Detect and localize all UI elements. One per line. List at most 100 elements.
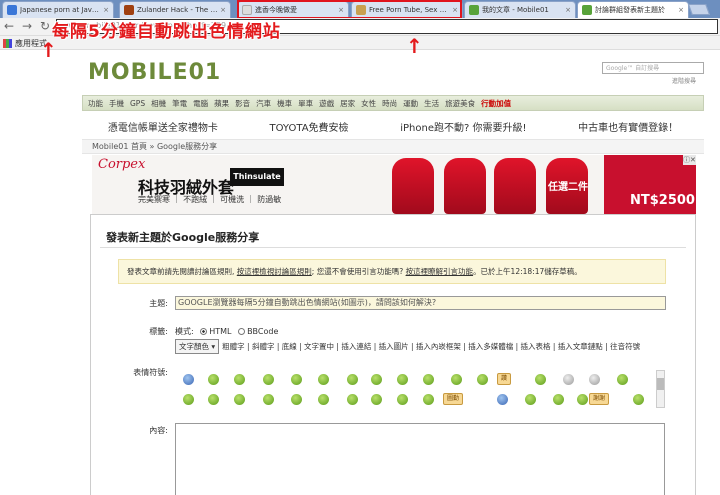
- emoticon-icon[interactable]: [633, 394, 644, 405]
- subject-input[interactable]: GOOGLE瀏覽器每隔5分鐘自動跳出色情網站(如圖示)，請問該如何解決?: [175, 296, 666, 310]
- subject-label: 主題:: [149, 299, 168, 308]
- rules-link[interactable]: 按這裡檢視討論區規則: [237, 267, 312, 276]
- browser-tab-5[interactable]: 我的文章 - Mobile01 ×: [464, 1, 576, 18]
- nav-item[interactable]: 運動: [403, 98, 418, 109]
- text-ad-link[interactable]: 中古車也有實價登錄！: [578, 119, 678, 134]
- new-tab-button[interactable]: [687, 4, 711, 15]
- emoticon-tag[interactable]: 讚: [497, 373, 512, 385]
- close-icon[interactable]: ×: [103, 6, 109, 14]
- browser-tab-2[interactable]: Zulander Hack - The Proxy×: [119, 1, 231, 18]
- nav-item[interactable]: 蘋果: [214, 98, 229, 109]
- emoticon-icon[interactable]: [525, 394, 536, 405]
- emoticon-icon[interactable]: [263, 374, 274, 385]
- breadcrumb[interactable]: Mobile01 首頁 » Google服務分享: [82, 139, 704, 154]
- forward-arrow-icon[interactable]: →: [22, 19, 32, 33]
- nav-item[interactable]: 手機: [109, 98, 124, 109]
- text-ad-link[interactable]: 憑電信帳單送全家禮物卡: [108, 119, 218, 134]
- emoticon-icon[interactable]: [617, 374, 628, 385]
- emoticon-icon[interactable]: [497, 394, 508, 405]
- banner-ad[interactable]: Corpex 科技羽絨外套 Thinsulate 完美禦寒 ｜ 不跑絨 ｜ 可機…: [92, 155, 696, 215]
- nav-item[interactable]: 機車: [277, 98, 292, 109]
- close-icon[interactable]: ×: [220, 6, 226, 14]
- text-ad-link[interactable]: iPhone跑不動? 你需要升級!: [400, 119, 526, 134]
- emoticon-icon[interactable]: [318, 394, 329, 405]
- emoticon-icon[interactable]: [589, 374, 600, 385]
- nav-item[interactable]: 居家: [340, 98, 355, 109]
- toolbar-links[interactable]: 粗體字 | 斜體字 | 底線 | 文字置中 | 插入連結 | 插入圖片 | 插入…: [222, 342, 640, 351]
- scrollbar-thumb[interactable]: [657, 378, 664, 390]
- emoticon-icon[interactable]: [208, 374, 219, 385]
- site-favicon-icon: [582, 5, 592, 15]
- emoticon-icon[interactable]: [234, 374, 245, 385]
- emoticon-icon[interactable]: [183, 394, 194, 405]
- nav-item[interactable]: 功能: [88, 98, 103, 109]
- emoticon-icon[interactable]: [234, 394, 245, 405]
- content-label: 內容:: [149, 426, 168, 435]
- html-radio[interactable]: [200, 328, 208, 335]
- close-icon[interactable]: ×: [565, 6, 571, 14]
- banner-subtext: 完美禦寒 ｜ 不跑絨 ｜ 可機洗 ｜ 防過敏: [138, 195, 282, 204]
- emoticon-icon[interactable]: [451, 374, 462, 385]
- site-favicon-icon: [124, 5, 134, 15]
- emoticon-icon[interactable]: [477, 374, 488, 385]
- close-icon[interactable]: ×: [678, 6, 684, 14]
- emoticon-icon[interactable]: [208, 394, 219, 405]
- browser-tab-1[interactable]: Japanese porn at JavHD - F×: [2, 1, 114, 18]
- emoticon-icon[interactable]: [563, 374, 574, 385]
- emoticon-icon[interactable]: [553, 394, 564, 405]
- nav-item[interactable]: 旅遊美食: [445, 98, 475, 109]
- emoticon-icon[interactable]: [347, 374, 358, 385]
- nav-item[interactable]: 女性: [361, 98, 376, 109]
- content-textarea[interactable]: [175, 423, 665, 495]
- emoticon-tag[interactable]: 謝謝: [589, 393, 610, 405]
- emoticon-icon[interactable]: [263, 394, 274, 405]
- banner-brand: Corpex: [98, 157, 146, 172]
- banner-promo-price: NT$2500: [630, 193, 695, 208]
- nav-item[interactable]: 單車: [298, 98, 313, 109]
- nav-item[interactable]: GPS: [130, 99, 145, 108]
- site-search-placeholder: Google™ 自訂搜尋: [606, 65, 660, 72]
- emoticon-icon[interactable]: [423, 394, 434, 405]
- emoticon-icon[interactable]: [318, 374, 329, 385]
- nav-item[interactable]: 影音: [235, 98, 250, 109]
- emoticon-icon[interactable]: [371, 394, 382, 405]
- emoticon-icon[interactable]: [535, 374, 546, 385]
- emoticon-icon[interactable]: [577, 394, 588, 405]
- reload-icon[interactable]: ↻: [40, 19, 50, 33]
- back-arrow-icon[interactable]: ←: [4, 19, 14, 33]
- emoticon-tag[interactable]: 圖勤: [443, 393, 464, 405]
- emoticon-icon[interactable]: [183, 374, 194, 385]
- emoticon-grid: 讚 圖勤 謝謝: [175, 370, 665, 410]
- emoticon-icon[interactable]: [423, 374, 434, 385]
- annotation-caption: 每隔5分鐘自動跳出色情網站: [52, 22, 281, 42]
- nav-item[interactable]: 電腦: [193, 98, 208, 109]
- adchoices-icon[interactable]: ⓘ✕: [683, 155, 696, 165]
- site-logo[interactable]: MOBILE01: [88, 60, 221, 85]
- nav-item[interactable]: 時尚: [382, 98, 397, 109]
- jacket-image: [494, 158, 536, 214]
- tags-label: 標籤:: [149, 327, 168, 336]
- nav-item[interactable]: 汽車: [256, 98, 271, 109]
- browser-tab-6[interactable]: 討論群組發表新主題於 ×: [577, 1, 689, 18]
- nav-item[interactable]: 相機: [151, 98, 166, 109]
- notice-box: 發表文章前請先閱讀討論區規則, 按這裡檢視討論區規則; 您還不會使用引言功能嗎?…: [118, 259, 666, 284]
- text-color-select[interactable]: 文字顏色 ▾: [175, 339, 220, 354]
- emoticon-icon[interactable]: [397, 394, 408, 405]
- emoticon-icon[interactable]: [347, 394, 358, 405]
- advanced-search-link[interactable]: 進階搜尋: [672, 76, 696, 85]
- quote-help-link[interactable]: 按這裡瞭解引言功能: [406, 267, 474, 276]
- text-ad-link[interactable]: TOYOTA免費安檢: [270, 119, 349, 134]
- nav-item[interactable]: 生活: [424, 98, 439, 109]
- jacket-image: [392, 158, 434, 214]
- emoticon-icon[interactable]: [291, 374, 302, 385]
- apps-grid-icon[interactable]: [3, 39, 12, 48]
- emoticon-icon[interactable]: [397, 374, 408, 385]
- site-favicon-icon: [469, 5, 479, 15]
- nav-item[interactable]: 筆電: [172, 98, 187, 109]
- emoticon-icon[interactable]: [291, 394, 302, 405]
- annotation-arrow-icon: ↑: [406, 34, 423, 58]
- nav-item-highlight[interactable]: 行動加值: [481, 98, 511, 109]
- emoticon-icon[interactable]: [371, 374, 382, 385]
- bbcode-radio[interactable]: [238, 328, 246, 335]
- nav-item[interactable]: 遊戲: [319, 98, 334, 109]
